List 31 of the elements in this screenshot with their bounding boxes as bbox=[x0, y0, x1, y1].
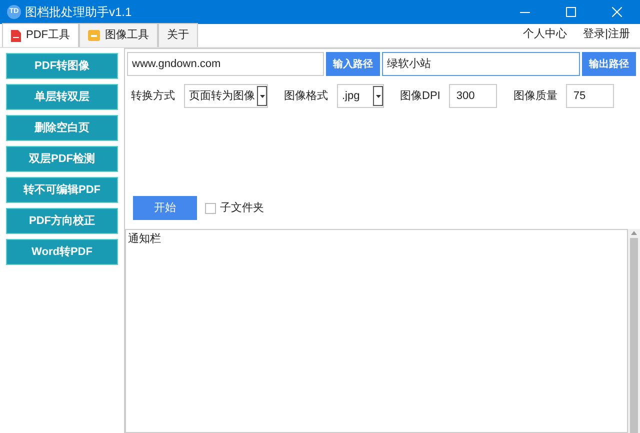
scroll-up-icon bbox=[631, 231, 637, 235]
header-link[interactable]: 登录|注册 bbox=[583, 26, 630, 42]
maximize-icon bbox=[566, 7, 576, 17]
input-path-button[interactable]: 输入路径 bbox=[326, 52, 380, 76]
pdf-file-icon bbox=[11, 30, 21, 42]
number-field[interactable]: 300 bbox=[449, 84, 498, 108]
subfolder-checkbox[interactable] bbox=[205, 202, 216, 214]
start-button[interactable]: 开始 bbox=[133, 196, 197, 220]
caret-icon bbox=[260, 94, 264, 98]
option-label: 转换方式 bbox=[131, 88, 175, 104]
dropdown[interactable]: 页面转为图像 bbox=[184, 84, 268, 108]
input-path-field[interactable]: www.gndown.com bbox=[127, 52, 324, 76]
output-path-field[interactable]: 绿软小站 bbox=[382, 52, 580, 76]
option-label: 图像质量 bbox=[513, 88, 558, 104]
caret-icon bbox=[376, 94, 380, 98]
number-field[interactable]: 75 bbox=[566, 84, 614, 108]
option-label: 图像格式 bbox=[284, 88, 328, 104]
output-path-button[interactable]: 输出路径 bbox=[582, 52, 636, 76]
image-icon bbox=[88, 30, 100, 41]
scrollbar[interactable] bbox=[628, 229, 640, 433]
notice-area: 通知栏 bbox=[125, 229, 628, 433]
dropdown[interactable]: .jpg bbox=[337, 84, 384, 108]
header-link[interactable]: 个人中心 bbox=[523, 26, 568, 42]
tab[interactable]: 图像工具 bbox=[79, 23, 158, 47]
tab[interactable]: 关于 bbox=[158, 23, 198, 47]
option-label: 图像DPI bbox=[400, 88, 440, 104]
scroll-thumb[interactable] bbox=[630, 238, 638, 433]
window-title: 图档批处理助手v1.1 bbox=[25, 4, 132, 21]
close-icon bbox=[612, 7, 622, 17]
tab[interactable]: PDF工具 bbox=[2, 23, 79, 47]
subfolder-label: 子文件夹 bbox=[220, 200, 264, 216]
